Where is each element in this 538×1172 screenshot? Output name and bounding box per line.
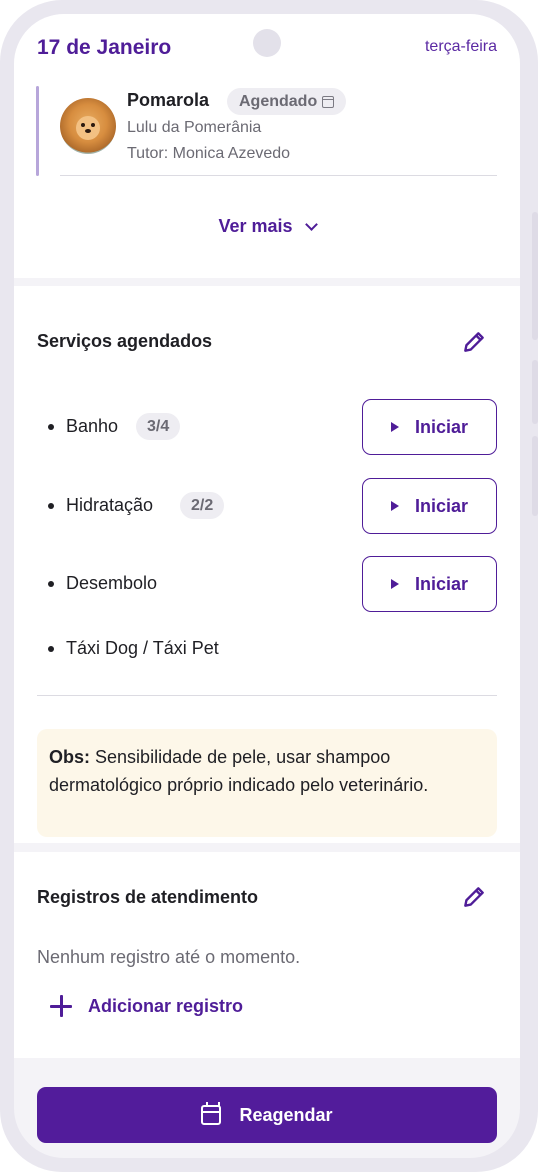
see-more-label: Ver mais [218, 216, 293, 236]
divider [37, 695, 497, 696]
divider [60, 175, 497, 176]
pet-breed: Lulu da Pomerânia [127, 119, 262, 136]
start-label: Iniciar [414, 495, 469, 516]
chevron-down-icon [304, 217, 318, 231]
pet-face [76, 116, 100, 140]
observation-note: Obs: Sensibilidade de pele, usar shampoo… [37, 729, 497, 837]
records-empty-text: Nenhum registro até o momento. [37, 947, 301, 967]
records-title: Registros de atendimento [37, 887, 259, 907]
observation-label: Obs: [49, 747, 91, 767]
add-record-button[interactable]: Adicionar registro [50, 995, 243, 1017]
pencil-icon[interactable] [461, 884, 487, 910]
app-screen: 17 de Janeiro terça-feira Pomarola Agend… [14, 14, 520, 1158]
start-label: Iniciar [414, 416, 469, 437]
reschedule-label: Reagendar [239, 1104, 333, 1125]
plus-icon [50, 995, 72, 1017]
service-row: Hidratação 2/2 Iniciar [14, 478, 520, 534]
service-count-badge: 3/4 [136, 413, 181, 440]
play-icon [390, 579, 399, 589]
status-label: Agendado [239, 92, 318, 110]
pencil-icon[interactable] [461, 329, 487, 355]
pet-tutor: Tutor: Monica Azevedo [127, 145, 291, 162]
start-service-button[interactable]: Iniciar [362, 399, 497, 455]
appointment-date: 17 de Janeiro [37, 36, 172, 59]
phone-frame: 17 de Janeiro terça-feira Pomarola Agend… [0, 0, 538, 1172]
start-service-button[interactable]: Iniciar [362, 478, 497, 534]
status-badge: Agendado [227, 88, 347, 115]
service-count-badge: 2/2 [180, 492, 225, 519]
service-row: Desembolo Iniciar [14, 556, 520, 612]
service-name: Hidratação [66, 495, 154, 515]
reschedule-button[interactable]: Reagendar [37, 1087, 497, 1143]
services-title: Serviços agendados [37, 331, 213, 351]
service-name: Banho [66, 416, 119, 436]
service-name: Desembolo [66, 573, 158, 593]
pet-eye [91, 123, 95, 127]
bullet [48, 646, 54, 652]
bullet [48, 424, 54, 430]
observation-text: Sensibilidade de pele, usar shampoo derm… [49, 747, 429, 795]
side-button [532, 360, 538, 424]
calendar-icon [322, 95, 335, 108]
start-service-button[interactable]: Iniciar [362, 556, 497, 612]
service-row: Banho 3/4 Iniciar [14, 399, 520, 455]
bullet [48, 503, 54, 509]
pet-nose [85, 129, 91, 133]
service-row: Táxi Dog / Táxi Pet [14, 621, 520, 677]
add-record-label: Adicionar registro [88, 995, 244, 1016]
service-name: Táxi Dog / Táxi Pet [66, 638, 219, 658]
side-button [532, 436, 538, 516]
pet-name: Pomarola [127, 90, 210, 110]
front-camera [253, 29, 281, 57]
side-button [532, 212, 538, 340]
play-icon [390, 501, 399, 511]
calendar-icon [201, 1102, 222, 1125]
start-label: Iniciar [414, 573, 469, 594]
services-section: Serviços agendados Banho 3/4 Iniciar Hid… [14, 286, 520, 843]
appointment-weekday: terça-feira [424, 38, 497, 55]
records-section: Registros de atendimento Nenhum registro… [14, 852, 520, 1058]
pet-accent-bar [36, 86, 39, 176]
pet-avatar [60, 98, 116, 154]
pet-eye [81, 123, 85, 127]
see-more-button[interactable]: Ver mais [14, 216, 520, 237]
play-icon [390, 422, 399, 432]
bullet [48, 581, 54, 587]
